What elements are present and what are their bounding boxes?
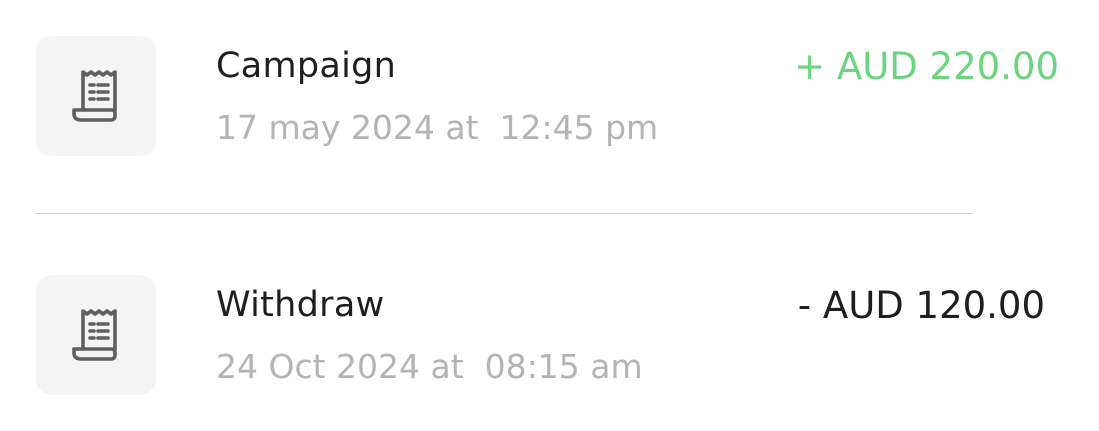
transaction-date: 24 Oct 2024 at 08:15 am xyxy=(216,347,643,386)
transaction-title: Withdraw xyxy=(216,285,385,325)
transaction-amount: - AUD 120.00 xyxy=(797,284,1045,327)
transaction-amount: + AUD 220.00 xyxy=(794,45,1059,88)
transaction-row-campaign[interactable]: Campaign 17 may 2024 at 12:45 pm + AUD 2… xyxy=(0,36,1099,156)
transaction-title: Campaign xyxy=(216,46,397,86)
transaction-date: 17 may 2024 at 12:45 pm xyxy=(216,108,659,147)
receipt-icon-tile xyxy=(36,36,156,156)
transaction-row-withdraw[interactable]: Withdraw 24 Oct 2024 at 08:15 am - AUD 1… xyxy=(0,275,1099,395)
divider xyxy=(36,213,972,214)
receipt-icon-tile xyxy=(36,275,156,395)
